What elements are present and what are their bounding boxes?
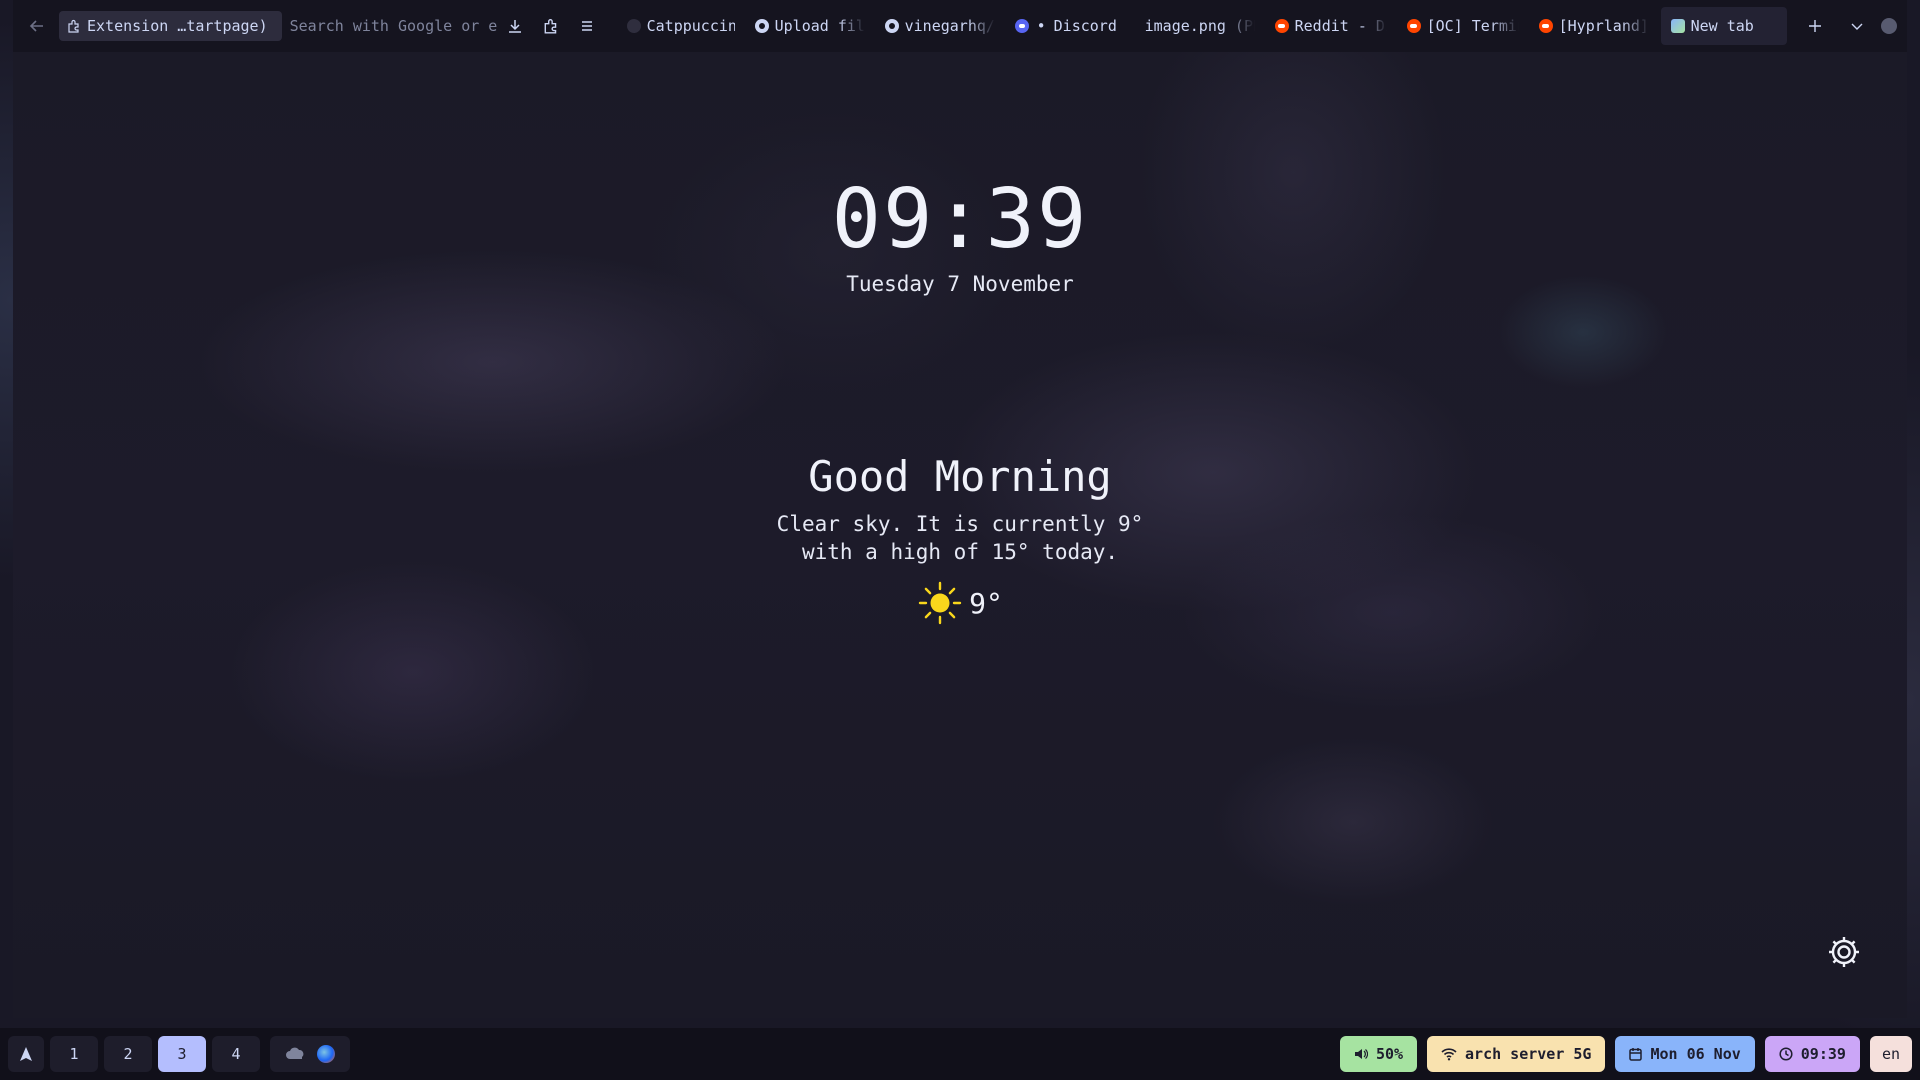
status-modules: 50% arch server 5G Mon 06 Nov 09:39 en	[1339, 1036, 1912, 1072]
discord-icon	[1014, 19, 1029, 33]
clock-time: 09:39	[1800, 1045, 1846, 1063]
wifi-icon	[1441, 1048, 1457, 1061]
volume-level: 50%	[1375, 1045, 1404, 1063]
calendar-module[interactable]: Mon 06 Nov	[1615, 1036, 1755, 1072]
new-tab-button[interactable]	[1797, 11, 1833, 41]
weather-description: Clear sky. It is currently 9° with a hig…	[13, 510, 1907, 566]
workspace-switcher: 1 2 3 4	[8, 1036, 350, 1072]
keyboard-language-module[interactable]: en	[1869, 1036, 1912, 1072]
speaker-icon	[1354, 1049, 1368, 1059]
puzzle-icon	[68, 19, 79, 33]
back-button[interactable]	[23, 12, 51, 40]
window-icons	[270, 1036, 350, 1072]
weather-line-2: with a high of 15° today.	[801, 540, 1119, 564]
extension-url-pill[interactable]: Extension …tartpage)	[59, 11, 282, 41]
chevron-down-icon	[1851, 23, 1863, 30]
cloud-icon[interactable]	[285, 1047, 307, 1061]
puzzle-icon	[544, 19, 556, 34]
startpage-settings-button[interactable]	[1826, 934, 1862, 970]
network-name: arch server 5G	[1465, 1045, 1592, 1063]
greeting-text: Good Morning	[808, 452, 1112, 501]
calendar-date: Mon 06 Nov	[1650, 1045, 1741, 1063]
url-pill-label: Extension …tartpage)	[87, 17, 268, 35]
unread-dot: •	[1036, 17, 1046, 35]
startpage-date: Tuesday 7 November	[846, 272, 1074, 296]
browser-toolbar: Extension …tartpage) Search with Google …	[13, 0, 1907, 52]
workspace-1[interactable]: 1	[50, 1036, 98, 1072]
workspace-4[interactable]: 4	[212, 1036, 260, 1072]
address-bar-input[interactable]: Search with Google or enter address	[282, 11, 497, 41]
tab-new-tab[interactable]: New tab	[1660, 7, 1787, 45]
clock-module[interactable]: 09:39	[1764, 1036, 1860, 1072]
browser-window: Extension …tartpage) Search with Google …	[13, 0, 1907, 1018]
weather-line-1: Clear sky. It is currently 9°	[776, 512, 1144, 536]
github-icon	[754, 19, 769, 33]
workspace-3[interactable]: 3	[158, 1036, 206, 1072]
current-weather: 9°	[13, 580, 1907, 626]
tab-upload-files[interactable]: Upload files	[745, 7, 875, 45]
extensions-button[interactable]	[533, 11, 569, 41]
arch-launcher-button[interactable]	[8, 1036, 44, 1072]
tab-label: [Hyprland]	[1558, 17, 1649, 35]
tab-strip-controls	[1797, 11, 1897, 41]
firefox-icon[interactable]	[317, 1045, 335, 1063]
downloads-button[interactable]	[497, 11, 533, 41]
catppuccin-icon	[626, 19, 641, 33]
reddit-icon	[1538, 19, 1553, 33]
arch-logo-icon	[20, 1047, 32, 1061]
new-tab-icon	[1670, 19, 1685, 33]
tab-label: New tab	[1690, 17, 1754, 35]
tab-label: [OC] Terminal	[1426, 17, 1519, 35]
waybar: 1 2 3 4 50% arch server 5G Mon 06 Nov 09…	[0, 1028, 1920, 1080]
gear-icon	[1829, 937, 1859, 967]
reddit-icon	[1274, 19, 1289, 33]
startpage-clock: 09:39	[831, 172, 1089, 267]
plus-icon	[1809, 20, 1821, 32]
download-icon	[508, 20, 521, 33]
arrow-left-icon	[29, 20, 43, 32]
tab-label: Catppuccin	[646, 17, 735, 35]
current-temperature: 9°	[969, 586, 1003, 620]
sun-icon	[918, 581, 962, 625]
tab-label: Discord	[1053, 17, 1117, 35]
volume-module[interactable]: 50%	[1339, 1036, 1418, 1072]
tab-catppuccin[interactable]: Catppuccin	[617, 7, 745, 45]
clock-icon	[1779, 1047, 1793, 1061]
tab-reddit[interactable]: Reddit - Dive into anything	[1265, 7, 1397, 45]
tab-strip: Catppuccin Upload files vinegarhq/ • Dis…	[617, 0, 1787, 52]
github-icon	[884, 19, 899, 33]
tab-oc-terminal[interactable]: [OC] Terminal	[1397, 7, 1529, 45]
tab-label: image.png (PNG Image)	[1144, 17, 1255, 35]
workspace-2[interactable]: 2	[104, 1036, 152, 1072]
reddit-icon	[1406, 19, 1421, 33]
tab-label: Reddit - Dive into anything	[1294, 17, 1387, 35]
hamburger-menu-icon	[581, 21, 592, 31]
menu-button[interactable]	[569, 11, 605, 41]
tab-label: vinegarhq/	[904, 17, 995, 35]
tab-label: Upload files	[774, 17, 865, 35]
list-tabs-button[interactable]	[1839, 11, 1875, 41]
network-module[interactable]: arch server 5G	[1427, 1036, 1606, 1072]
tab-discord[interactable]: • Discord	[1005, 7, 1135, 45]
tab-hyprland[interactable]: [Hyprland]	[1529, 7, 1661, 45]
calendar-icon	[1629, 1048, 1643, 1061]
tab-image-png[interactable]: image.png (PNG Image)	[1135, 7, 1265, 45]
window-close-button[interactable]	[1881, 18, 1897, 34]
address-bar-placeholder: Search with Google or enter address	[289, 17, 497, 35]
tab-vinegarhq[interactable]: vinegarhq/	[875, 7, 1005, 45]
